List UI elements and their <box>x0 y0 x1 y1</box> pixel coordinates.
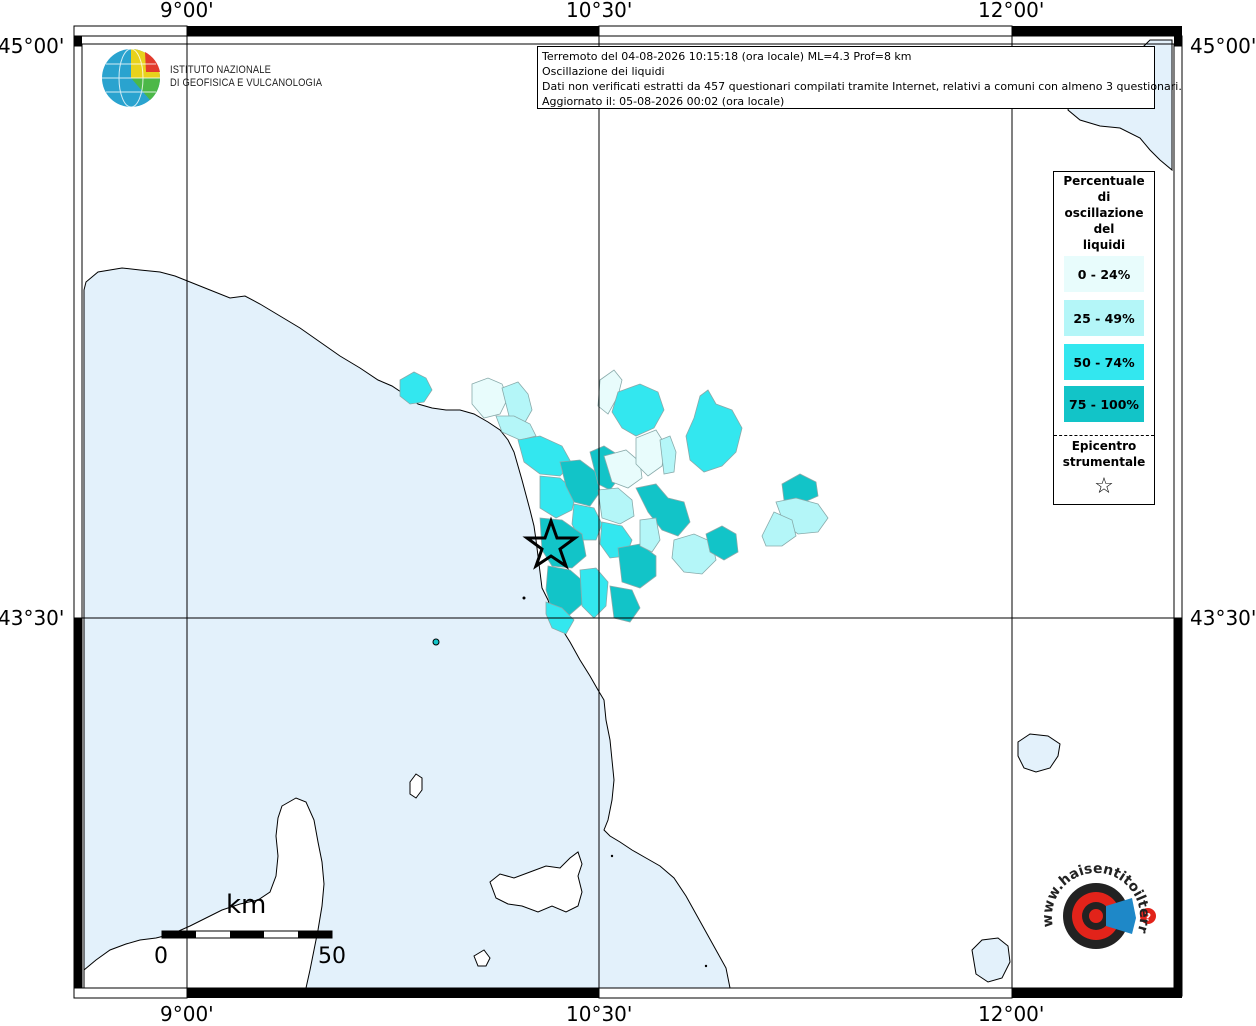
legend-title-line: di <box>1097 190 1111 204</box>
legend-title-line: Percentuale <box>1063 174 1145 188</box>
legend: Percentuale di oscillazione del liquidi … <box>1053 171 1155 505</box>
scale-unit: km <box>226 890 267 920</box>
islet-dot <box>610 854 614 858</box>
legend-epicenter-label: Epicentro strumentale <box>1054 438 1154 470</box>
legend-divider <box>1054 435 1154 436</box>
lat-label-left-43-30: 43°30' <box>0 606 65 630</box>
islet-dot <box>704 964 708 968</box>
event-data-note: Dati non verificati estratti da 457 ques… <box>542 80 1182 93</box>
lon-label-bottom-10-30: 10°30' <box>566 1002 633 1026</box>
scale-bar <box>161 930 333 939</box>
legend-epicenter-line: strumentale <box>1062 455 1146 469</box>
lat-label-right-43-30: 43°30' <box>1190 606 1256 630</box>
event-title: Terremoto del 04-08-2026 10:15:18 (ora l… <box>542 50 912 63</box>
star-outline-icon: ☆ <box>1094 474 1114 499</box>
legend-class-label: 75 - 100% <box>1069 396 1139 412</box>
ingv-logo-icon <box>102 48 161 108</box>
lat-label-right-45: 45°00' <box>1190 34 1256 58</box>
institute-name: ISTITUTO NAZIONALE DI GEOFISICA E VULCAN… <box>170 64 322 90</box>
lat-label-left-45: 45°00' <box>0 34 65 58</box>
institute-line-1: ISTITUTO NAZIONALE <box>170 64 272 76</box>
event-info-box: Terremoto del 04-08-2026 10:15:18 (ora l… <box>537 46 1182 109</box>
legend-class-label: 50 - 74% <box>1073 354 1135 370</box>
scale-min: 0 <box>154 944 168 969</box>
lon-label-top-9: 9°00' <box>160 0 214 22</box>
legend-class-label: 25 - 49% <box>1073 310 1135 326</box>
legend-title-line: del <box>1093 222 1115 236</box>
lon-label-top-12: 12°00' <box>978 0 1045 22</box>
legend-class-50-74: 50 - 74% <box>1064 344 1144 380</box>
legend-class-label: 0 - 24% <box>1077 266 1131 282</box>
event-parameter: Oscillazione dei liquidi <box>542 65 665 78</box>
event-updated: Aggiornato il: 05-08-2026 00:02 (ora loc… <box>542 95 785 108</box>
lon-label-bottom-12: 12°00' <box>978 1002 1045 1026</box>
legend-title-line: liquidi <box>1082 238 1126 252</box>
map-canvas[interactable]: ? www.haisentitoilterremoto.it <box>0 0 1256 1024</box>
legend-title: Percentuale di oscillazione del liquidi <box>1054 172 1154 253</box>
legend-title-line: oscillazione <box>1064 206 1144 220</box>
lon-label-bottom-9: 9°00' <box>160 1002 214 1026</box>
scale-max: 50 <box>318 944 346 969</box>
island-gorgona <box>432 638 440 646</box>
lon-label-top-10-30: 10°30' <box>566 0 633 22</box>
legend-class-25-49: 25 - 49% <box>1064 300 1144 336</box>
legend-class-0-24: 0 - 24% <box>1064 256 1144 292</box>
institute-line-2: DI GEOFISICA E VULCANOLOGIA <box>170 77 323 89</box>
legend-class-75-100: 75 - 100% <box>1064 386 1144 422</box>
islet-dot <box>522 596 526 600</box>
legend-epicenter-line: Epicentro <box>1071 439 1137 453</box>
